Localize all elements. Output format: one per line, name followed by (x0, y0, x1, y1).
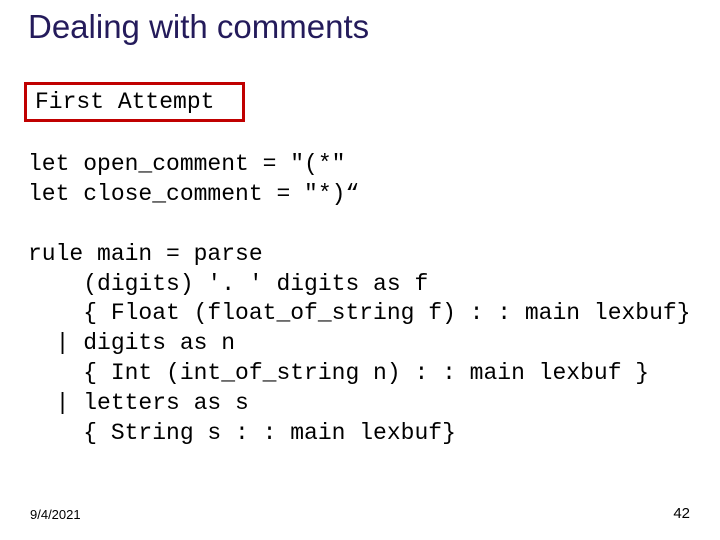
attempt-box: First Attempt (24, 82, 245, 122)
footer-page-number: 42 (673, 505, 690, 522)
footer-date: 9/4/2021 (30, 507, 81, 522)
attempt-label: First Attempt (35, 89, 214, 115)
slide: Dealing with comments First Attempt let … (0, 0, 720, 540)
code-block: let open_comment = "(*" let close_commen… (28, 150, 691, 449)
slide-title: Dealing with comments (28, 8, 369, 46)
